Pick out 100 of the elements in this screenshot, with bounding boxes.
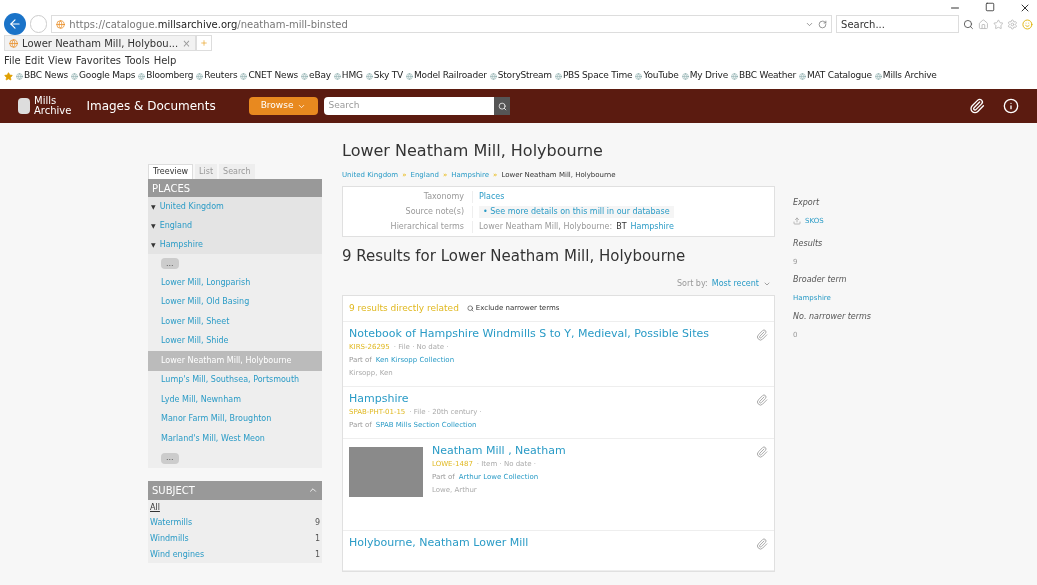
bt-label: BT — [616, 220, 627, 233]
browser-tab[interactable]: Lower Neatham Mill, Holybou... × — [4, 35, 196, 51]
favorite-link[interactable]: eBay — [309, 69, 331, 83]
site-title[interactable]: Images & Documents — [86, 97, 216, 115]
globe-icon — [731, 72, 738, 80]
logo-text: Mills — [34, 96, 58, 106]
tree-item[interactable]: Lower Mill, Old Basing — [148, 292, 322, 312]
favorite-link[interactable]: YouTube — [643, 69, 679, 83]
favorite-link[interactable]: MAT Catalogue — [807, 69, 872, 83]
result-title[interactable]: Holybourne, Neatham Lower Mill — [349, 536, 747, 550]
menu-item[interactable]: View — [48, 52, 72, 68]
favorite-link[interactable]: CNET News — [248, 69, 299, 83]
results-label: Results — [793, 237, 824, 250]
favorite-link[interactable]: StoryStream — [497, 69, 552, 83]
broader-term-link[interactable]: Hampshire — [630, 220, 674, 233]
menu-item[interactable]: Tools — [125, 52, 150, 68]
globe-icon — [489, 72, 497, 80]
taxonomy-link[interactable]: Places — [479, 190, 505, 203]
result-title[interactable]: Notebook of Hampshire Windmills S to Y, Medieval, Possible Sites — [349, 327, 747, 341]
favorite-link[interactable]: Mills Archive — [882, 69, 937, 83]
back-button[interactable] — [4, 13, 26, 35]
tree-item[interactable]: Lyde Mill, Newnham — [148, 390, 322, 410]
photo-placeholder[interactable] — [349, 447, 423, 497]
facet-link[interactable]: Wind engines — [150, 548, 205, 561]
tree-item[interactable]: Hampshire — [159, 238, 203, 251]
refresh-icon — [818, 19, 828, 29]
globe-icon — [554, 72, 562, 80]
tree-item[interactable]: Manor Farm Mill, Broughton — [148, 409, 322, 429]
tree-item[interactable]: Marland's Mill, West Meon — [148, 429, 322, 449]
tree-item[interactable]: United Kingdom — [159, 200, 224, 213]
logo-text: Archive — [34, 106, 72, 116]
facet-count: 1 — [314, 548, 320, 561]
address-bar[interactable]: https://catalogue.millsarchive.org/neatham-mill-binsted — [51, 15, 833, 33]
more-button[interactable]: ... — [161, 452, 179, 464]
subject-heading[interactable]: SUBJECT — [148, 480, 322, 500]
favorite-link[interactable]: HMG — [341, 69, 363, 83]
tree-item[interactable]: Lower Mill, Shide — [148, 331, 322, 351]
menu-item[interactable]: Edit — [24, 52, 45, 68]
favorite-link[interactable]: BBC Weather — [739, 69, 796, 83]
browse-button[interactable]: Browse — [248, 97, 319, 115]
facet-link[interactable]: Watermills — [150, 516, 193, 529]
facet-all-link[interactable]: All — [150, 499, 320, 515]
favorite-link[interactable]: My Drive — [689, 69, 728, 83]
upload-icon — [793, 217, 801, 226]
sort-label: Sort by: — [676, 278, 708, 290]
plus-icon — [199, 39, 208, 47]
maximize-icon — [985, 2, 995, 12]
globe-icon — [16, 72, 23, 80]
source-note-link[interactable]: • See more details on this mill in our database — [479, 205, 674, 218]
result-title[interactable]: Neatham Mill , Neatham — [432, 444, 747, 458]
tree-item[interactable]: Lump's Mill, Southsea, Portsmouth — [148, 370, 322, 390]
tab-close[interactable]: × — [182, 35, 191, 51]
menu-item[interactable]: File — [4, 52, 21, 68]
browser-search-field[interactable]: Search... — [836, 15, 959, 33]
caret-icon — [763, 280, 771, 288]
favorite-link[interactable]: Bloomberg — [146, 69, 194, 83]
site-icon — [9, 38, 18, 48]
sidebar-tab[interactable]: Search — [219, 164, 255, 179]
facet-link[interactable]: Windmills — [150, 532, 189, 545]
logo[interactable]: Mills Archive — [18, 96, 72, 116]
favorites-icon — [992, 18, 1004, 30]
tab-title: Lower Neatham Mill, Holybou... — [22, 36, 179, 51]
tree-item[interactable]: Lower Mill, Longparish — [148, 273, 322, 293]
tree-item[interactable]: Lower Neatham Mill, Holybourne — [148, 351, 322, 371]
menu-item[interactable]: Favorites — [75, 52, 121, 68]
tree-item[interactable]: England — [159, 219, 193, 232]
favorite-link[interactable]: Reuters — [204, 69, 238, 83]
site-search-field[interactable]: Search — [324, 97, 495, 115]
sort-dropdown[interactable]: Most recent — [711, 278, 771, 290]
favorite-link[interactable]: BBC News — [24, 69, 69, 83]
page-title: Lower Neatham Mill, Holybourne — [342, 140, 604, 162]
field-label: Hierarchical terms — [343, 220, 473, 233]
search-button[interactable] — [494, 97, 511, 115]
info-icon — [1003, 98, 1019, 114]
globe-icon — [333, 72, 341, 80]
collapse-icon[interactable] — [308, 485, 318, 495]
new-tab-button[interactable] — [195, 35, 212, 51]
search-icon — [963, 18, 974, 30]
favorite-link[interactable]: Model Railroader — [414, 69, 487, 83]
globe-icon — [874, 72, 882, 80]
term-text: Lower Neatham Mill, Holybourne: — [479, 220, 613, 233]
globe-icon — [799, 72, 806, 80]
globe-icon — [406, 72, 413, 80]
globe-icon — [71, 72, 79, 80]
favorites-icon — [4, 71, 13, 81]
favorite-link[interactable]: PBS Space Time — [562, 69, 633, 83]
field-label: Taxonomy — [343, 190, 473, 203]
sidebar-tab[interactable]: Treeview — [148, 164, 194, 179]
result-title[interactable]: Hampshire — [349, 392, 747, 406]
facet-count: 1 — [314, 532, 320, 545]
back-arrow-icon — [7, 17, 22, 31]
tree-item[interactable]: Lower Mill, Sheet — [148, 312, 322, 332]
favorite-link[interactable]: Sky TV — [373, 69, 403, 83]
menu-item[interactable]: Help — [153, 52, 177, 68]
subject-heading-text: SUBJECT — [152, 483, 195, 498]
globe-icon — [196, 72, 204, 80]
more-button[interactable]: ... — [161, 258, 179, 269]
narrower-terms-label: No. narrower terms — [793, 310, 872, 323]
favorite-link[interactable]: Google Maps — [79, 69, 136, 83]
sidebar-tab[interactable]: List — [195, 164, 218, 179]
